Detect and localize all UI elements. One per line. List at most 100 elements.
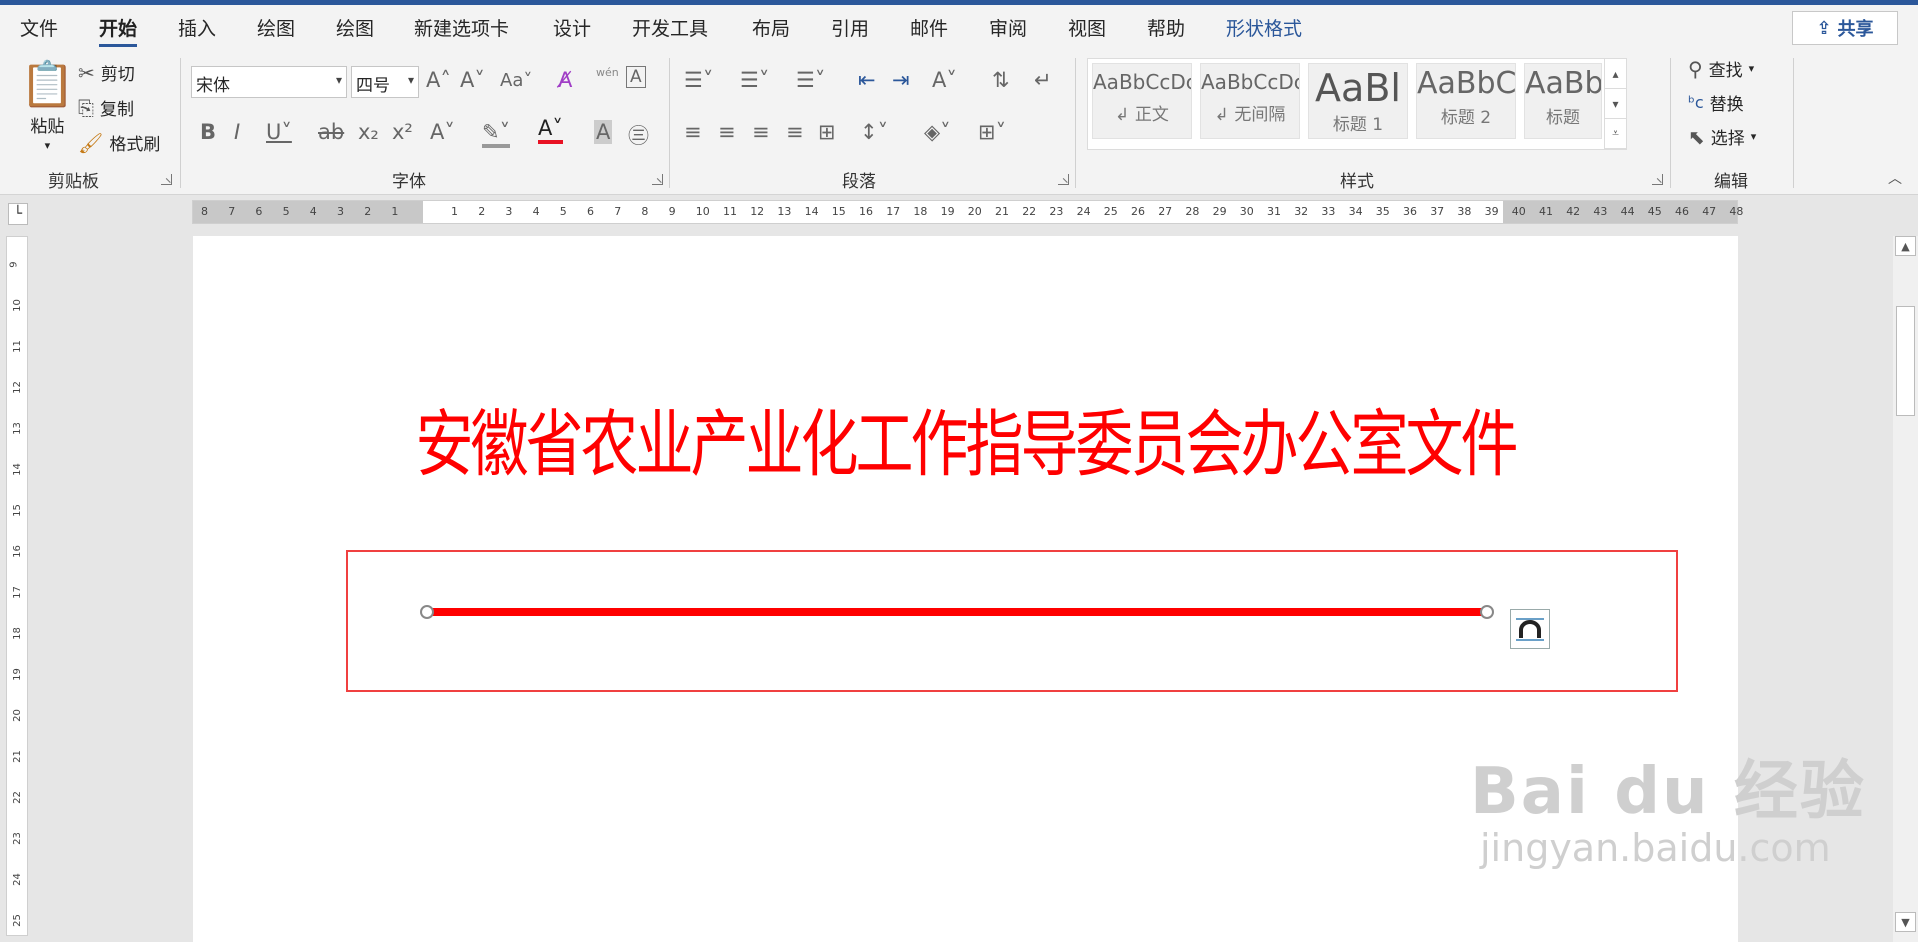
tab-new-tab[interactable]: 新建选项卡: [414, 14, 509, 41]
more-styles-icon[interactable]: ⩡: [1605, 119, 1626, 149]
horizontal-ruler[interactable]: 8 7 6 5 4 3 2 1 1 2 3 4 5 6 7 8 9 10 11 12 13 14 15 16 17 18 19 20 2…: [192, 200, 1743, 224]
layout-options-button[interactable]: [1510, 609, 1550, 649]
tab-shape-format[interactable]: 形状格式: [1226, 14, 1302, 41]
share-label: 共享: [1837, 19, 1874, 40]
copy-label: 复制: [100, 100, 134, 120]
font-size-select[interactable]: 四号 ▾: [351, 66, 419, 98]
scroll-up-icon[interactable]: ▲: [1895, 236, 1916, 256]
divider: [1793, 58, 1794, 188]
text-effects-icon[interactable]: A˅: [430, 120, 455, 144]
tab-references[interactable]: 引用: [831, 14, 869, 41]
share-button[interactable]: ⇪ 共享: [1792, 11, 1898, 45]
shape-selection-frame[interactable]: [346, 550, 1678, 692]
style-heading-1[interactable]: AaBl 标题 1: [1308, 63, 1408, 139]
tab-design[interactable]: 设计: [553, 14, 591, 41]
tab-developer[interactable]: 开发工具: [632, 14, 708, 41]
style-heading-2[interactable]: AaBbC 标题 2: [1416, 63, 1516, 139]
style-name: 标题: [1546, 108, 1580, 128]
tab-help[interactable]: 帮助: [1147, 14, 1185, 41]
borders-icon[interactable]: ⊞˅: [978, 120, 1006, 144]
align-right-icon[interactable]: ≡: [752, 120, 770, 144]
tab-selector-icon[interactable]: └: [8, 203, 28, 225]
vertical-scrollbar[interactable]: ▲ ▼: [1893, 236, 1918, 942]
ruler-number: 7: [228, 205, 236, 218]
paste-button[interactable]: 📋 粘贴 ▾: [20, 58, 75, 152]
line-end-handle[interactable]: [1480, 605, 1494, 619]
numbering-icon[interactable]: ☰˅: [740, 68, 769, 92]
phonetic-guide-button[interactable]: wén: [596, 66, 619, 79]
align-left-icon[interactable]: ≡: [684, 120, 702, 144]
tab-file[interactable]: 文件: [20, 14, 58, 41]
font-launcher-icon[interactable]: [652, 174, 663, 185]
bullets-icon[interactable]: ☰˅: [684, 68, 713, 92]
tab-layout[interactable]: 布局: [752, 14, 790, 41]
style-title[interactable]: AaBbC 标题: [1524, 63, 1602, 139]
ruler-number: 42: [1566, 205, 1581, 218]
tab-home[interactable]: 开始: [99, 14, 138, 47]
tab-mailings[interactable]: 邮件: [910, 14, 948, 41]
decrease-indent-icon[interactable]: ⇤: [858, 68, 876, 92]
italic-icon[interactable]: I: [234, 120, 240, 144]
paste-icon: 📋: [20, 59, 75, 110]
clipboard-launcher-icon[interactable]: [161, 174, 172, 185]
replace-button[interactable]: ᵇc 替换: [1688, 90, 1744, 115]
chevron-down-icon[interactable]: ▾: [1605, 89, 1626, 119]
grow-font-icon[interactable]: A˄: [426, 68, 451, 92]
increase-indent-icon[interactable]: ⇥: [892, 68, 910, 92]
sort-icon[interactable]: ⇅: [992, 68, 1010, 92]
document-title[interactable]: 安徽省农业产业化工作指导委员会办公室文件: [193, 386, 1738, 491]
scroll-thumb[interactable]: [1896, 306, 1915, 416]
copy-button[interactable]: ⎘ 复制: [78, 95, 134, 121]
asian-layout-icon[interactable]: A˅: [932, 68, 957, 92]
enclose-characters-icon[interactable]: ㊂: [628, 120, 649, 150]
highlight-icon[interactable]: ✎˅: [482, 120, 511, 148]
style-normal[interactable]: AaBbCcDc ↲ 正文: [1092, 63, 1192, 139]
line-spacing-icon[interactable]: ↕˅: [860, 120, 888, 144]
scissors-icon: ✂: [78, 60, 95, 85]
clear-formatting-icon[interactable]: A̸: [558, 68, 572, 92]
select-button[interactable]: ⬉ 选择 ▾: [1688, 124, 1756, 150]
collapse-ribbon-icon[interactable]: ︿: [1888, 168, 1902, 188]
format-painter-button[interactable]: 🖌 格式刷: [78, 130, 160, 156]
character-shading-icon[interactable]: A: [594, 120, 613, 144]
ruler-number: 10: [11, 299, 23, 312]
ruler-number: 46: [1675, 205, 1689, 218]
find-button[interactable]: ⚲ 查找 ▾: [1688, 56, 1754, 82]
character-border-icon[interactable]: A: [626, 66, 646, 88]
strikethrough-icon[interactable]: ab: [318, 120, 344, 144]
superscript-icon[interactable]: x²: [392, 120, 413, 144]
ruler-number: 32: [1294, 205, 1309, 218]
tab-view[interactable]: 视图: [1068, 14, 1106, 41]
show-marks-icon[interactable]: ↵: [1034, 68, 1052, 92]
change-case-button[interactable]: Aa˅: [500, 70, 532, 91]
subscript-icon[interactable]: x₂: [358, 120, 379, 144]
style-no-spacing[interactable]: AaBbCcDc ↲ 无间隔: [1200, 63, 1300, 139]
line-start-handle[interactable]: [420, 605, 434, 619]
bold-icon[interactable]: B: [200, 120, 216, 144]
vertical-ruler[interactable]: 9 10 11 12 13 14 15 16 17 18 19 20 21 22 23 24 25: [6, 236, 28, 936]
multilevel-list-icon[interactable]: ☰˅: [796, 68, 825, 92]
styles-launcher-icon[interactable]: [1652, 174, 1663, 185]
shrink-font-icon[interactable]: A˅: [460, 68, 485, 92]
tab-draw[interactable]: 绘图: [257, 14, 295, 41]
center-icon[interactable]: ≡: [718, 120, 736, 144]
ruler-number: 5: [282, 205, 290, 218]
tab-insert[interactable]: 插入: [178, 14, 216, 41]
font-name-select[interactable]: 宋体 ▾: [191, 66, 347, 98]
paragraph-launcher-icon[interactable]: [1058, 174, 1069, 185]
underline-icon[interactable]: U˅: [266, 120, 292, 144]
ruler-number: 22: [1022, 205, 1037, 218]
distributed-icon[interactable]: ⊞: [818, 120, 836, 144]
shading-icon[interactable]: ◈˅: [924, 120, 951, 144]
chevron-down-icon: ▾: [335, 73, 342, 87]
chevron-up-icon[interactable]: ▴: [1605, 59, 1626, 89]
red-line-shape[interactable]: [427, 608, 1487, 616]
justify-icon[interactable]: ≡: [786, 120, 804, 144]
cut-button[interactable]: ✂ 剪切: [78, 60, 135, 86]
ruler-number: 47: [1702, 205, 1717, 218]
ruler-number: 36: [1403, 205, 1417, 218]
font-color-icon[interactable]: A˅: [538, 116, 563, 144]
tab-draw-2[interactable]: 绘图: [336, 14, 374, 41]
tab-review[interactable]: 审阅: [989, 14, 1027, 41]
scroll-down-icon[interactable]: ▼: [1895, 912, 1916, 932]
